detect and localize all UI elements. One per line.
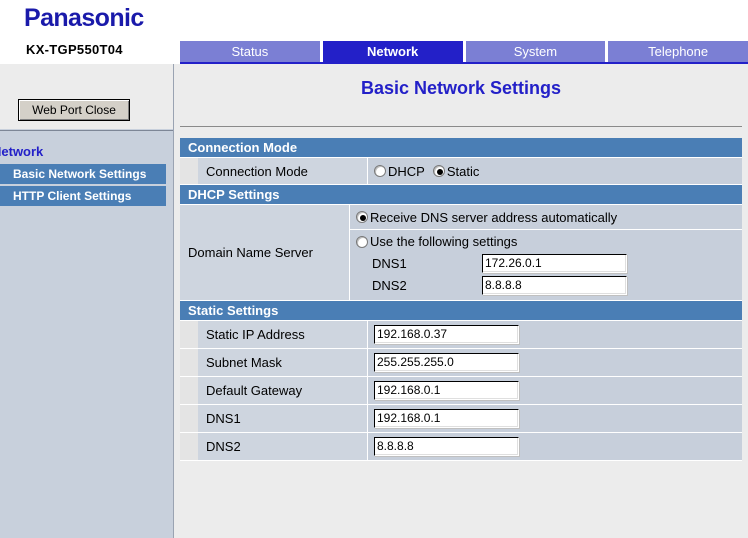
- input-dhcp-dns1[interactable]: [482, 254, 627, 273]
- tab-network[interactable]: Network: [323, 41, 463, 62]
- label-dhcp-dns2: DNS2: [372, 278, 482, 293]
- row-connection-mode: Connection Mode DHCP Static: [180, 158, 742, 185]
- row-subnet-mask: Subnet Mask: [180, 349, 742, 377]
- radio-dns-auto-icon[interactable]: [356, 211, 368, 223]
- web-port-close-button[interactable]: Web Port Close: [18, 99, 130, 121]
- label-domain-name-server: Domain Name Server: [180, 205, 350, 300]
- section-header-static-settings: Static Settings: [180, 301, 742, 321]
- sidebar-item-basic-network-settings[interactable]: Basic Network Settings: [0, 164, 166, 184]
- row-indent: [180, 377, 198, 404]
- browser-page: Panasonic KX-TGP550T04 Status Network Sy…: [0, 0, 748, 538]
- radio-option-dhcp[interactable]: DHCP: [374, 164, 433, 179]
- radio-dhcp-icon[interactable]: [374, 165, 386, 177]
- row-static-dns1: DNS1: [180, 405, 742, 433]
- tab-system[interactable]: System: [466, 41, 606, 62]
- value-connection-mode: DHCP Static: [368, 158, 742, 184]
- dns-auto-option-line: Receive DNS server address automatically: [350, 205, 742, 230]
- label-dhcp-dns1: DNS1: [372, 256, 482, 271]
- section-header-dhcp-settings: DHCP Settings: [180, 185, 742, 205]
- label-default-gateway: Default Gateway: [198, 377, 368, 404]
- title-separator: [180, 126, 742, 127]
- page-title: Basic Network Settings: [174, 78, 748, 99]
- sidebar: Web Port Close Network Basic Network Set…: [0, 64, 174, 538]
- input-static-dns1[interactable]: [374, 409, 519, 428]
- row-domain-name-server: Domain Name Server Receive DNS server ad…: [180, 205, 742, 301]
- radio-option-static[interactable]: Static: [433, 164, 488, 179]
- input-default-gateway[interactable]: [374, 381, 519, 400]
- sidebar-item-http-client-settings[interactable]: HTTP Client Settings: [0, 186, 166, 206]
- tab-status[interactable]: Status: [180, 41, 320, 62]
- row-indent: [180, 433, 198, 460]
- value-subnet-mask: [368, 349, 742, 376]
- value-static-dns1: [368, 405, 742, 432]
- radio-static-icon[interactable]: [433, 165, 445, 177]
- brand-bar: Panasonic: [0, 0, 748, 38]
- input-dhcp-dns2[interactable]: [482, 276, 627, 295]
- row-indent: [180, 349, 198, 376]
- sidebar-menu: Basic Network Settings HTTP Client Setti…: [0, 164, 166, 208]
- panasonic-logo: Panasonic: [24, 4, 144, 33]
- settings-form: Connection Mode Connection Mode DHCP Sta…: [180, 138, 742, 461]
- input-static-dns2[interactable]: [374, 437, 519, 456]
- main-content: Basic Network Settings Connection Mode C…: [174, 64, 748, 538]
- tab-telephone[interactable]: Telephone: [608, 41, 748, 62]
- label-static-dns1: DNS1: [198, 405, 368, 432]
- section-header-connection-mode: Connection Mode: [180, 138, 742, 158]
- input-static-ip-address[interactable]: [374, 325, 519, 344]
- value-default-gateway: [368, 377, 742, 404]
- label-static-ip-address: Static IP Address: [198, 321, 368, 348]
- tab-row: KX-TGP550T04 Status Network System Telep…: [0, 38, 748, 64]
- dhcp-dns1-field-row: DNS1: [356, 254, 742, 273]
- model-number: KX-TGP550T04: [26, 42, 123, 57]
- radio-option-dns-auto[interactable]: Receive DNS server address automatically: [356, 210, 625, 225]
- label-static-dns2: DNS2: [198, 433, 368, 460]
- value-static-ip-address: [368, 321, 742, 348]
- label-connection-mode: Connection Mode: [198, 158, 368, 184]
- row-indent: [180, 158, 198, 184]
- radio-static-label: Static: [447, 164, 480, 179]
- radio-dns-manual-label: Use the following settings: [370, 234, 517, 249]
- radio-dns-manual-icon[interactable]: [356, 236, 368, 248]
- radio-dhcp-label: DHCP: [388, 164, 425, 179]
- radio-dns-auto-label: Receive DNS server address automatically: [370, 210, 617, 225]
- row-indent: [180, 321, 198, 348]
- value-static-dns2: [368, 433, 742, 460]
- row-default-gateway: Default Gateway: [180, 377, 742, 405]
- row-static-dns2: DNS2: [180, 433, 742, 461]
- sidebar-heading: Network: [0, 144, 172, 159]
- row-indent: [180, 405, 198, 432]
- dhcp-dns2-field-row: DNS2: [356, 276, 742, 295]
- label-subnet-mask: Subnet Mask: [198, 349, 368, 376]
- dns-options-block: Receive DNS server address automatically…: [350, 205, 742, 300]
- row-static-ip-address: Static IP Address: [180, 321, 742, 349]
- main-navigation-tabs: Status Network System Telephone: [180, 41, 748, 62]
- radio-option-dns-manual[interactable]: Use the following settings: [356, 234, 525, 249]
- input-subnet-mask[interactable]: [374, 353, 519, 372]
- dns-manual-option-line: Use the following settings DNS1 DNS2: [350, 230, 742, 300]
- sidebar-divider: [0, 130, 173, 131]
